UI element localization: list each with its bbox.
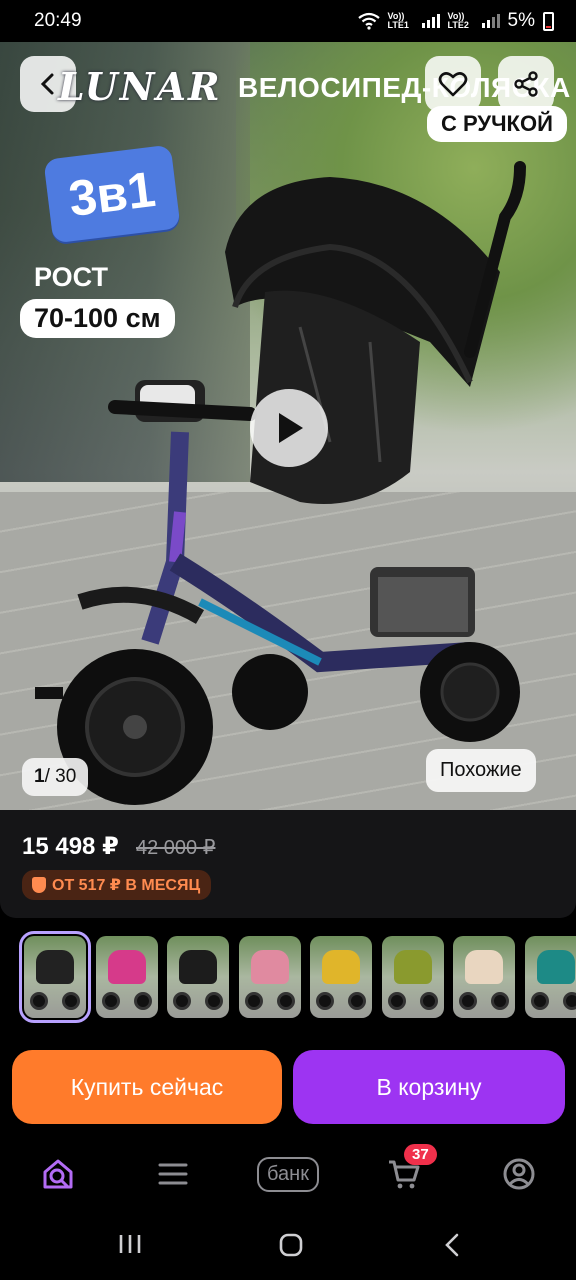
thumbnail-stroller [107,950,146,984]
status-indicators: Vo)) LTE1 Vo)) LTE2 5% [357,10,554,32]
thumbnail-wheel [530,992,549,1010]
nav-profile[interactable] [500,1154,538,1194]
thumbnail-stroller [250,950,289,984]
bank-label: банк [257,1156,319,1192]
thumbnail-stroller [393,950,432,984]
thumbnail-wheel [276,992,295,1010]
thumbnail-wheel [101,992,120,1010]
thumbnail-stroller [536,950,575,984]
thumbnail-item[interactable] [381,936,444,1018]
recent-apps-button[interactable] [118,1232,142,1261]
image-counter: 1/ 30 [22,758,89,796]
thumbnail-wheel [491,992,509,1010]
thumbnail-item[interactable] [310,936,372,1018]
battery-icon [543,11,554,31]
current-price: 15 498 ₽ [22,833,119,860]
menu-icon [158,1163,188,1185]
thumbnail-stroller [36,950,74,984]
thumbnail-item[interactable] [524,936,576,1018]
product-gallery[interactable]: LUNAR ВЕЛОСИПЕД-КОЛЯСКА С РУЧКОЙ 3в1 РОС… [0,42,576,810]
height-label: РОСТ [34,262,108,292]
thumbnail-wheel [173,992,191,1010]
signal-icon [481,14,500,28]
share-button[interactable] [498,56,554,112]
height-value: 70-100 см [20,299,175,338]
buy-now-button[interactable]: Купить сейчас [12,1050,282,1124]
nav-catalog[interactable] [155,1154,191,1194]
thumbnail-wheel [459,992,477,1010]
thumbnail-wheel [316,992,334,1010]
thumbnail-item[interactable] [167,936,229,1018]
action-bar: Купить сейчас В корзину [0,1040,576,1140]
thumbnail-strip[interactable] [0,926,576,1036]
thumbnail-wheel [387,992,406,1010]
battery-percent: 5% [507,10,535,31]
thumbnail-item[interactable] [453,936,515,1018]
play-icon [279,413,303,443]
thumbnail-wheel [133,992,152,1010]
thumbnail-item[interactable] [19,931,91,1023]
thumbnail-wheel [62,992,80,1010]
thumbnail-wheel [244,992,263,1010]
nav-cart[interactable]: 37 [384,1144,437,1194]
nav-bank[interactable]: банк [252,1154,324,1194]
sim2-label: Vo)) LTE2 [447,11,469,30]
bottom-navigation: банк 37 [0,1140,576,1210]
image-counter-current: 1 [34,766,45,787]
play-video-button[interactable] [250,389,328,467]
recent-apps-icon [119,1235,141,1253]
system-back-button[interactable] [440,1232,464,1263]
old-price: 42 000 ₽ [136,837,216,859]
home-circle-icon [279,1233,303,1257]
price-section: 15 498 ₽ 42 000 ₽ ОТ 517 ₽ В МЕСЯЦ [0,810,576,918]
favorite-button[interactable] [425,56,481,112]
wifi-icon [357,12,380,30]
shield-icon [32,877,46,893]
home-search-icon [43,1159,73,1189]
thumbnail-wheel [205,992,223,1010]
thumbnail-stroller [179,950,217,984]
status-bar: 20:49 Vo)) LTE1 Vo)) LTE2 5% [0,0,576,42]
image-counter-total: / 30 [44,766,77,787]
share-icon [514,71,538,97]
thumbnail-item[interactable] [238,936,301,1018]
three-in-one-badge: 3в1 [43,144,181,244]
profile-icon [503,1158,535,1190]
sim1-label: Vo)) LTE1 [387,11,409,30]
system-navigation [0,1210,576,1280]
nav-home[interactable] [38,1154,78,1194]
thumbnail-wheel [419,992,438,1010]
home-button[interactable] [278,1232,304,1263]
thumbnail-stroller [465,950,503,984]
thumbnail-wheel [30,992,48,1010]
cart-count-badge: 37 [404,1144,437,1165]
thumbnail-stroller [322,950,360,984]
add-to-cart-button[interactable]: В корзину [293,1050,565,1124]
thumbnail-item[interactable] [95,936,158,1018]
heart-icon [438,72,468,97]
installment-label: ОТ 517 ₽ В МЕСЯЦ [52,877,201,894]
status-time: 20:49 [34,10,82,31]
installment-badge[interactable]: ОТ 517 ₽ В МЕСЯЦ [22,870,212,900]
signal-icon [421,14,440,28]
brand-logo: LUNAR [58,64,222,109]
similar-button[interactable]: Похожие [426,749,536,792]
chevron-left-icon [445,1233,459,1257]
thumbnail-wheel [348,992,366,1010]
